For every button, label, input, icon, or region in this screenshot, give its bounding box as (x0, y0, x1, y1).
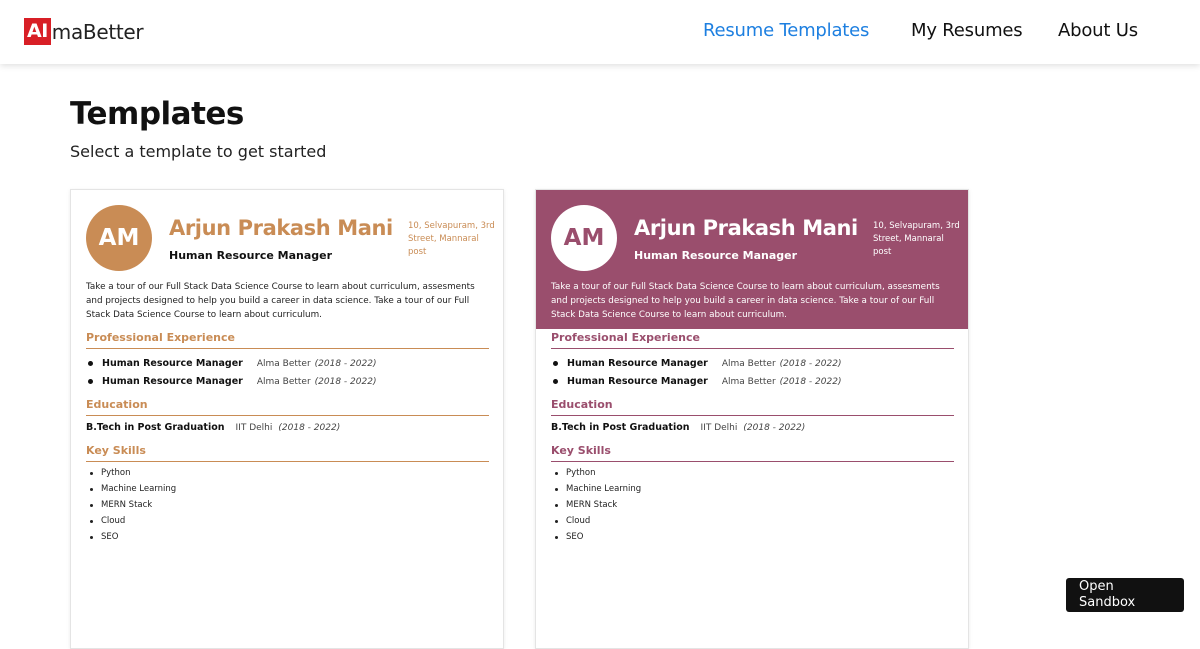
education-degree: B.Tech in Post Graduation (551, 422, 690, 433)
bullet-icon (88, 379, 93, 384)
skill-item: MERN Stack (90, 500, 152, 510)
resume-summary: Take a tour of our Full Stack Data Scien… (551, 282, 940, 320)
experience-role: Human Resource Manager (567, 358, 708, 369)
experience-dates: (2018 - 2022) (314, 358, 377, 369)
bullet-icon (553, 361, 558, 366)
avatar: AM (86, 205, 152, 271)
skill-label: Python (101, 468, 131, 478)
experience-company: Alma Better (256, 358, 311, 369)
nav-resume-templates[interactable]: Resume Templates (703, 20, 869, 41)
section-heading-skills: Key Skills (551, 444, 954, 462)
skill-item: Python (90, 468, 130, 478)
page-subtitle: Select a template to get started (70, 142, 327, 161)
education-degree: B.Tech in Post Graduation (86, 422, 225, 433)
experience-company: Alma Better (721, 376, 776, 387)
education-dates: (2018 - 2022) (743, 423, 806, 433)
skill-label: MERN Stack (566, 500, 618, 510)
education-school: IIT Delhi (700, 423, 738, 433)
experience-item: Human Resource Manager Alma Better (2018… (553, 358, 841, 369)
bullet-icon (90, 487, 93, 491)
logo-text: maBetter (51, 19, 144, 44)
skill-item: Cloud (555, 516, 590, 526)
resume-role: Human Resource Manager (169, 249, 333, 262)
experience-role: Human Resource Manager (567, 376, 708, 387)
template-card-plum[interactable]: AM Arjun Prakash Mani Human Resource Man… (535, 189, 969, 649)
section-heading-experience: Professional Experience (551, 331, 954, 349)
bullet-icon (555, 519, 558, 523)
resume-name: Arjun Prakash Mani (169, 216, 393, 240)
skill-item: MERN Stack (555, 500, 617, 510)
skill-item: Machine Learning (90, 484, 176, 494)
section-heading-skills: Key Skills (86, 444, 489, 462)
bullet-icon (553, 379, 558, 384)
skill-label: SEO (101, 532, 119, 542)
experience-item: Human Resource Manager Alma Better (2018… (553, 376, 841, 387)
education-item: B.Tech in Post Graduation IIT Delhi (201… (551, 422, 805, 433)
experience-role: Human Resource Manager (102, 358, 243, 369)
skill-item: Cloud (90, 516, 125, 526)
skill-item: Python (555, 468, 595, 478)
section-heading-experience: Professional Experience (86, 331, 489, 349)
skill-label: Cloud (101, 516, 126, 526)
education-school: IIT Delhi (235, 423, 273, 433)
template-card-orange[interactable]: AM Arjun Prakash Mani Human Resource Man… (70, 189, 504, 649)
resume-header: AM Arjun Prakash Mani Human Resource Man… (71, 190, 503, 329)
bullet-icon (90, 535, 93, 539)
experience-item: Human Resource Manager Alma Better (2018… (88, 376, 376, 387)
skill-item: SEO (90, 532, 118, 542)
nav-about-us[interactable]: About Us (1058, 20, 1138, 41)
education-dates: (2018 - 2022) (278, 423, 341, 433)
bullet-icon (88, 361, 93, 366)
resume-summary: Take a tour of our Full Stack Data Scien… (86, 282, 475, 320)
skill-label: SEO (566, 532, 584, 542)
section-heading-education: Education (551, 398, 954, 416)
resume-address: 10, Selvapuram, 3rd Street, Mannaral pos… (873, 221, 960, 257)
section-heading-education: Education (86, 398, 489, 416)
bullet-icon (555, 487, 558, 491)
skill-item: Machine Learning (555, 484, 641, 494)
bullet-icon (555, 471, 558, 475)
resume-name: Arjun Prakash Mani (634, 216, 858, 240)
experience-dates: (2018 - 2022) (779, 358, 842, 369)
logo-badge: AI (24, 18, 51, 45)
nav-my-resumes[interactable]: My Resumes (911, 20, 1023, 41)
open-sandbox-button[interactable]: Open Sandbox (1066, 578, 1184, 612)
resume-header: AM Arjun Prakash Mani Human Resource Man… (536, 190, 968, 329)
skill-label: Python (566, 468, 596, 478)
skill-label: Cloud (566, 516, 591, 526)
experience-dates: (2018 - 2022) (779, 376, 842, 387)
bullet-icon (90, 503, 93, 507)
skill-label: Machine Learning (566, 484, 642, 494)
skill-item: SEO (555, 532, 583, 542)
bullet-icon (555, 503, 558, 507)
skill-label: MERN Stack (101, 500, 153, 510)
bullet-icon (90, 519, 93, 523)
education-item: B.Tech in Post Graduation IIT Delhi (201… (86, 422, 340, 433)
avatar: AM (551, 205, 617, 271)
experience-dates: (2018 - 2022) (314, 376, 377, 387)
top-navbar: AI maBetter Resume Templates My Resumes … (0, 0, 1200, 64)
resume-address: 10, Selvapuram, 3rd Street, Mannaral pos… (408, 221, 495, 257)
bullet-icon (555, 535, 558, 539)
experience-company: Alma Better (256, 376, 311, 387)
experience-item: Human Resource Manager Alma Better (2018… (88, 358, 376, 369)
page-title: Templates (70, 96, 244, 132)
bullet-icon (90, 471, 93, 475)
almabetter-logo[interactable]: AI maBetter (24, 18, 144, 45)
experience-role: Human Resource Manager (102, 376, 243, 387)
resume-role: Human Resource Manager (634, 249, 798, 262)
experience-company: Alma Better (721, 358, 776, 369)
skill-label: Machine Learning (101, 484, 177, 494)
